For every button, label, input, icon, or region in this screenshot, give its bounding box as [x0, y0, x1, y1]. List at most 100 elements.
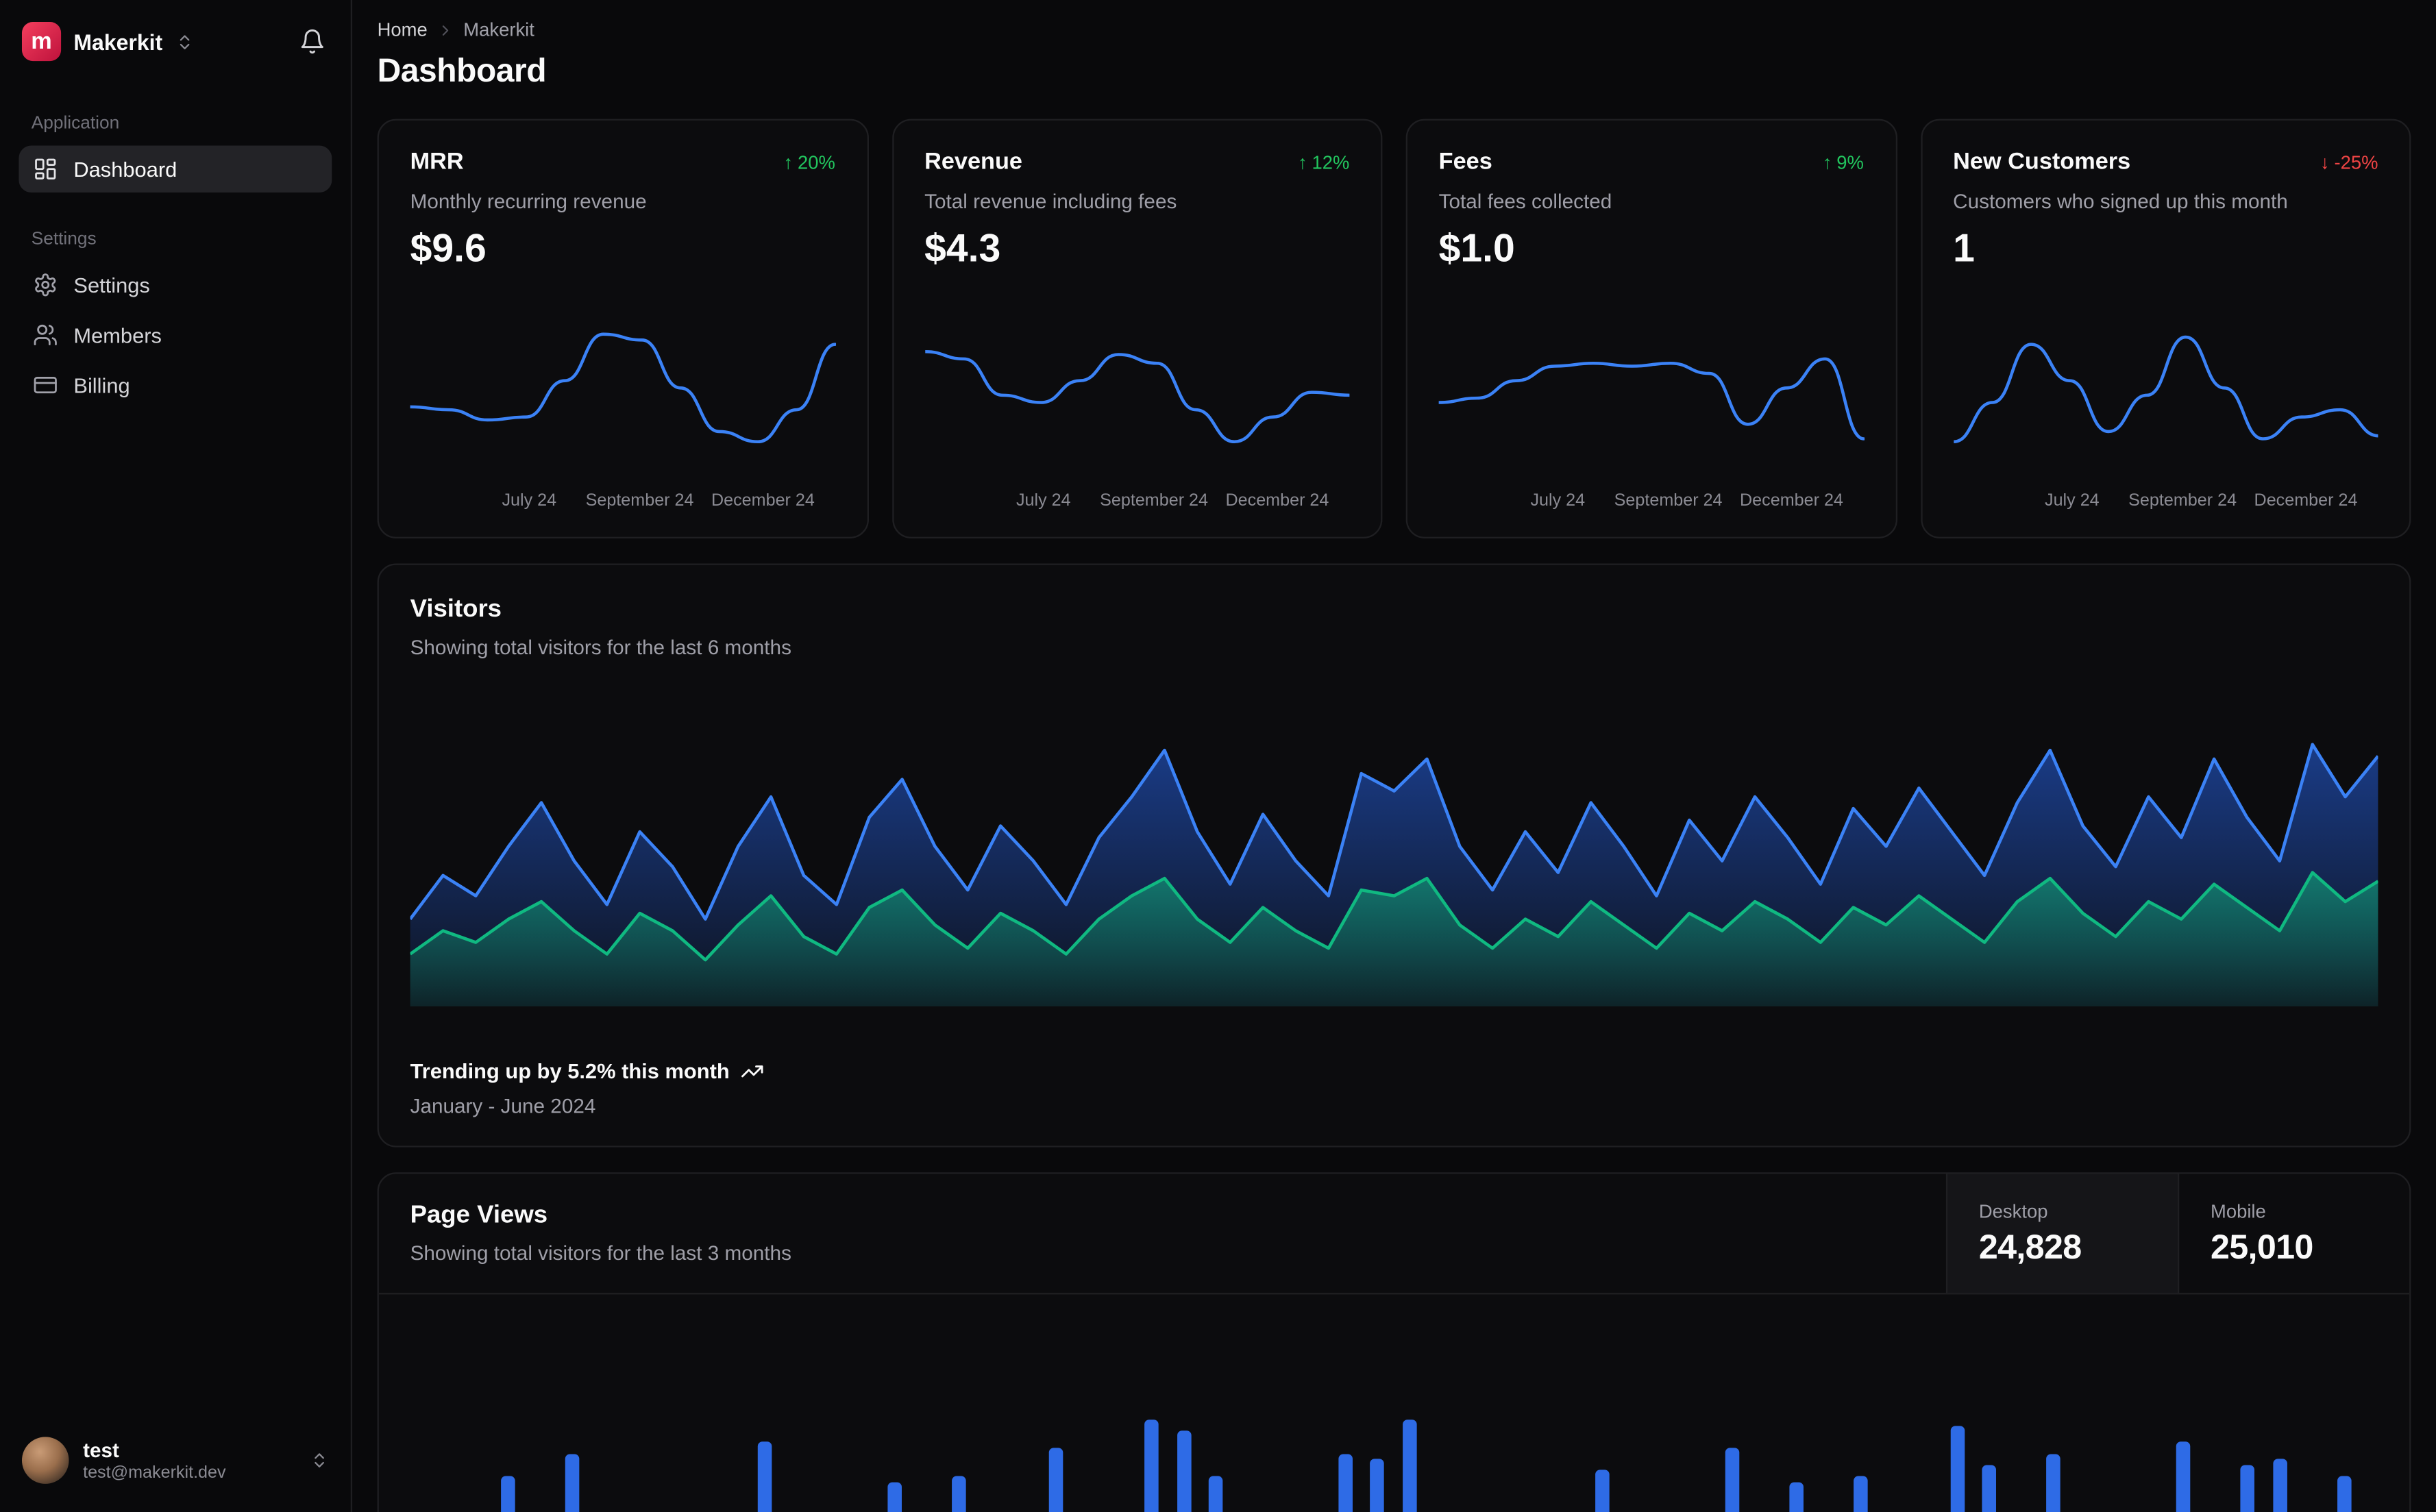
workspace-selector[interactable]: m Makerkit [21, 21, 194, 62]
visitors-period: January - June 2024 [410, 1094, 596, 1118]
stat-title: Fees [1438, 149, 1492, 175]
page-views-bar [1048, 1448, 1063, 1512]
revenue-sparkline-chart: July 24 September 24 December 24 [924, 313, 1350, 515]
x-axis-label: December 24 [711, 491, 815, 510]
page-views-card: Page Views Showing total visitors for th… [377, 1172, 2411, 1512]
line-chart [1953, 335, 2378, 444]
page-views-header: Page Views Showing total visitors for th… [378, 1174, 2410, 1295]
page-views-bar [2272, 1459, 2287, 1512]
stat-title: MRR [410, 149, 464, 175]
trend-arrow-icon: ↓ [2320, 151, 2330, 173]
nav-section-label-settings: Settings [31, 230, 97, 249]
user-email: test@makerkit.dev [83, 1463, 226, 1483]
x-axis-labels: July 24 September 24 December 24 [1439, 491, 1864, 515]
stat-title: Revenue [924, 149, 1022, 175]
page-views-bar [951, 1476, 966, 1512]
page-views-bar [1596, 1470, 1610, 1512]
sidebar-item-members[interactable]: Members [19, 312, 332, 359]
trend-arrow-icon: ↑ [1297, 151, 1307, 173]
page-views-title: Page Views [410, 1202, 548, 1229]
stat-delta-badge: ↑ 12% [1297, 151, 1350, 173]
page-views-bar [500, 1476, 515, 1512]
sidebar-item-billing[interactable]: Billing [19, 362, 332, 409]
app-window: m Makerkit Application Dashboard Setting… [0, 0, 2436, 1512]
mrr-sparkline-chart: July 24 September 24 December 24 [410, 313, 835, 515]
page-views-bar [2240, 1465, 2254, 1512]
page-views-toggle-desktop[interactable]: Desktop 24,828 [1945, 1174, 2178, 1293]
bell-icon [299, 28, 325, 55]
visitors-area-chart [410, 699, 2378, 1007]
page-views-bar [887, 1481, 902, 1512]
new-customers-sparkline-chart: July 24 September 24 December 24 [1953, 313, 2378, 515]
toggle-value: 25,010 [2210, 1226, 2313, 1266]
stat-value: $4.3 [924, 227, 1001, 271]
visitors-title: Visitors [410, 596, 502, 623]
area-chart [410, 743, 2378, 1007]
page-views-bar [565, 1453, 580, 1512]
line-chart [924, 349, 1350, 444]
stat-value: $1.0 [1438, 227, 1515, 271]
sidebar-item-label: Dashboard [73, 157, 177, 181]
page-views-bar [1854, 1476, 1868, 1512]
stat-card-revenue: Revenue ↑ 12% Total revenue including fe… [891, 119, 1383, 538]
x-axis-labels: July 24 September 24 December 24 [924, 491, 1349, 515]
stat-value: 1 [1953, 227, 1975, 271]
x-axis-label: September 24 [585, 491, 694, 510]
trend-arrow-icon: ↑ [1822, 151, 1832, 173]
page-views-bar [1177, 1430, 1192, 1512]
user-name: test [83, 1438, 119, 1462]
stat-delta-badge: ↑ 20% [783, 151, 835, 173]
stat-subtitle: Total fees collected [1438, 189, 1612, 213]
stat-subtitle: Customers who signed up this month [1953, 189, 2288, 213]
gear-icon [33, 273, 58, 298]
page-views-bar [1982, 1465, 1997, 1512]
x-axis-label: September 24 [1100, 491, 1209, 510]
x-axis-label: December 24 [2254, 491, 2358, 510]
stat-subtitle: Monthly recurring revenue [410, 189, 647, 213]
stat-card-mrr: MRR ↑ 20% Monthly recurring revenue $9.6… [377, 119, 868, 538]
page-views-bar [1402, 1420, 1417, 1512]
page-views-bar [2337, 1476, 2351, 1512]
fees-sparkline-chart: July 24 September 24 December 24 [1438, 313, 1864, 515]
breadcrumb: Home Makerkit [378, 18, 2411, 40]
x-axis-label: July 24 [1530, 491, 1586, 510]
stat-cards-row: MRR ↑ 20% Monthly recurring revenue $9.6… [377, 119, 2411, 538]
page-views-bar [2176, 1442, 2190, 1512]
stat-card-new-customers: New Customers ↓ -25% Customers who signe… [1920, 119, 2411, 538]
line-chart [410, 332, 835, 444]
toggle-label: Desktop [1978, 1200, 2048, 1222]
x-axis-label: December 24 [1740, 491, 1843, 510]
page-views-toggle-mobile[interactable]: Mobile 25,010 [2178, 1174, 2409, 1293]
page-views-bar [1338, 1453, 1353, 1512]
breadcrumb-current: Makerkit [463, 18, 534, 41]
users-icon [33, 323, 58, 348]
chevrons-up-down-icon [310, 1451, 328, 1470]
page-views-bar [2047, 1453, 2061, 1512]
toggle-value: 24,828 [1978, 1226, 2082, 1266]
page-views-bar [1789, 1481, 1804, 1512]
sidebar-item-settings[interactable]: Settings [19, 262, 332, 309]
line-chart [1438, 357, 1864, 441]
x-axis-label: December 24 [1225, 491, 1329, 510]
credit-card-icon [33, 373, 58, 398]
x-axis-label: September 24 [2128, 491, 2237, 510]
notifications-button[interactable] [296, 25, 329, 58]
workspace-name: Makerkit [73, 29, 163, 54]
user-avatar [21, 1437, 69, 1484]
visitors-footer: Trending up by 5.2% this month January -… [410, 1060, 2378, 1118]
visitors-card: Visitors Showing total visitors for the … [377, 563, 2411, 1148]
page-views-bar [758, 1442, 773, 1512]
chevron-right-icon [436, 21, 454, 38]
breadcrumb-home-link[interactable]: Home [378, 18, 428, 40]
page-views-bar [1370, 1459, 1385, 1512]
page-views-subtitle: Showing total visitors for the last 3 mo… [410, 1241, 791, 1265]
sidebar-item-dashboard[interactable]: Dashboard [19, 145, 332, 193]
nav-section-label-application: Application [31, 114, 120, 134]
stat-delta-badge: ↓ -25% [2320, 151, 2378, 173]
stat-card-fees: Fees ↑ 9% Total fees collected $1.0 July… [1405, 119, 1897, 538]
sidebar-item-label: Members [73, 323, 162, 347]
page-title: Dashboard [377, 53, 547, 90]
stat-subtitle: Total revenue including fees [924, 189, 1177, 213]
user-menu[interactable]: test test@makerkit.dev [19, 1430, 332, 1490]
page-views-bar [1209, 1476, 1224, 1512]
